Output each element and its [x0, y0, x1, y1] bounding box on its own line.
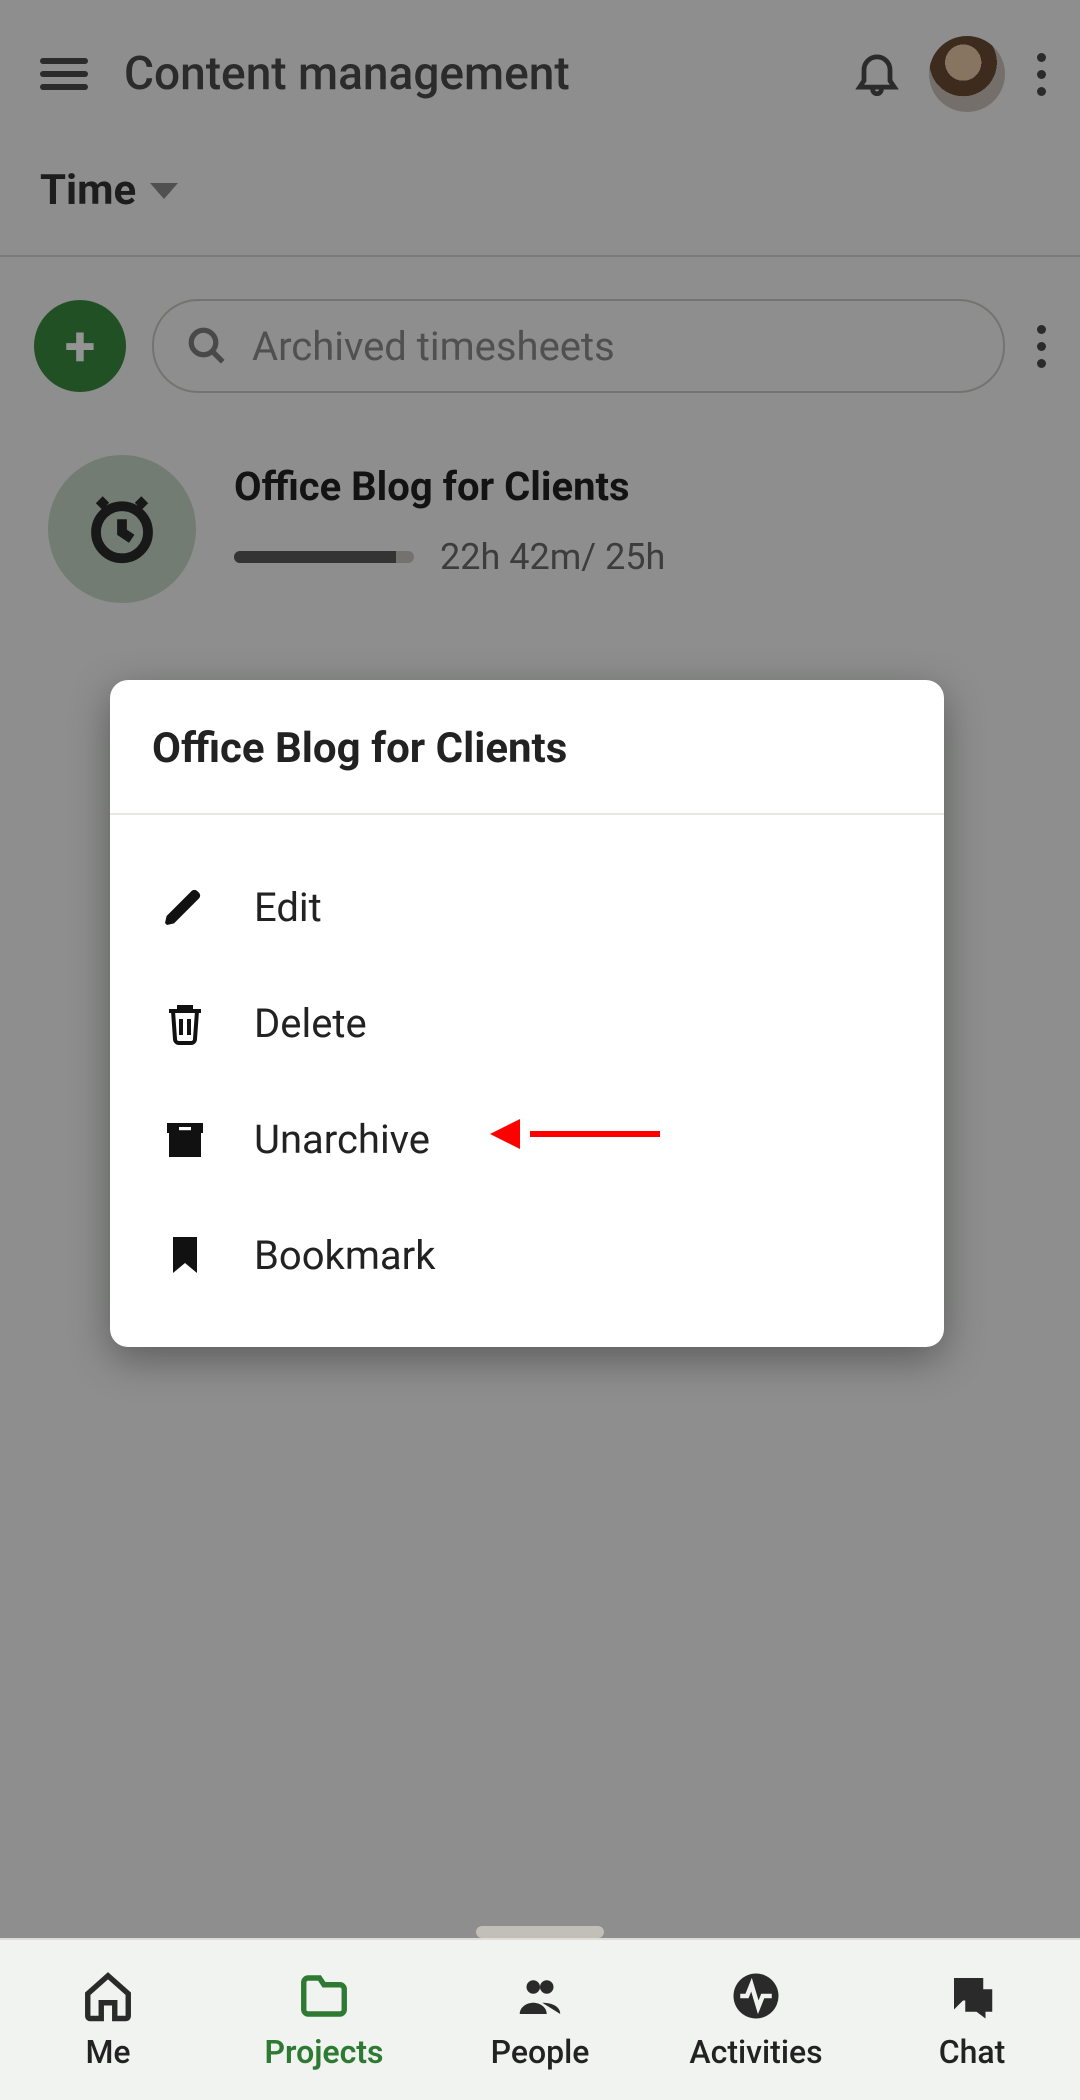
archive-icon [158, 1112, 212, 1166]
nav-label: Me [85, 2033, 130, 2071]
people-icon [513, 1969, 567, 2023]
menu-item-edit[interactable]: Edit [150, 849, 944, 965]
nav-me[interactable]: Me [0, 1940, 216, 2100]
edit-icon [158, 880, 212, 934]
folder-icon [297, 1969, 351, 2023]
bottom-nav: Me Projects People Activities Chat [0, 1938, 1080, 2100]
delete-icon [158, 996, 212, 1050]
app-screen: Content management Time + Archived times… [0, 0, 1080, 2100]
activity-icon [729, 1969, 783, 2023]
nav-label: Chat [939, 2033, 1006, 2071]
context-menu: Office Blog for Clients Edit Delete Unar… [110, 680, 944, 1347]
modal-body: Edit Delete Unarchive Bookmark [110, 815, 944, 1347]
menu-label: Bookmark [254, 1232, 435, 1279]
modal-title: Office Blog for Clients [152, 724, 904, 773]
menu-item-delete[interactable]: Delete [150, 965, 944, 1081]
nav-activities[interactable]: Activities [648, 1940, 864, 2100]
nav-projects[interactable]: Projects [216, 1940, 432, 2100]
nav-chat[interactable]: Chat [864, 1940, 1080, 2100]
nav-label: Projects [265, 2033, 384, 2071]
menu-label: Edit [254, 884, 322, 931]
modal-header: Office Blog for Clients [110, 680, 944, 815]
chat-icon [945, 1969, 999, 2023]
menu-item-unarchive[interactable]: Unarchive [150, 1081, 944, 1197]
bookmark-icon [158, 1228, 212, 1282]
home-icon [81, 1969, 135, 2023]
nav-label: People [491, 2033, 590, 2071]
menu-label: Delete [254, 1000, 367, 1047]
menu-item-bookmark[interactable]: Bookmark [150, 1197, 944, 1313]
menu-label: Unarchive [254, 1116, 430, 1163]
nav-people[interactable]: People [432, 1940, 648, 2100]
nav-label: Activities [689, 2033, 822, 2071]
modal-overlay[interactable]: Office Blog for Clients Edit Delete Unar… [0, 0, 1080, 2100]
drag-handle[interactable] [476, 1926, 604, 1938]
